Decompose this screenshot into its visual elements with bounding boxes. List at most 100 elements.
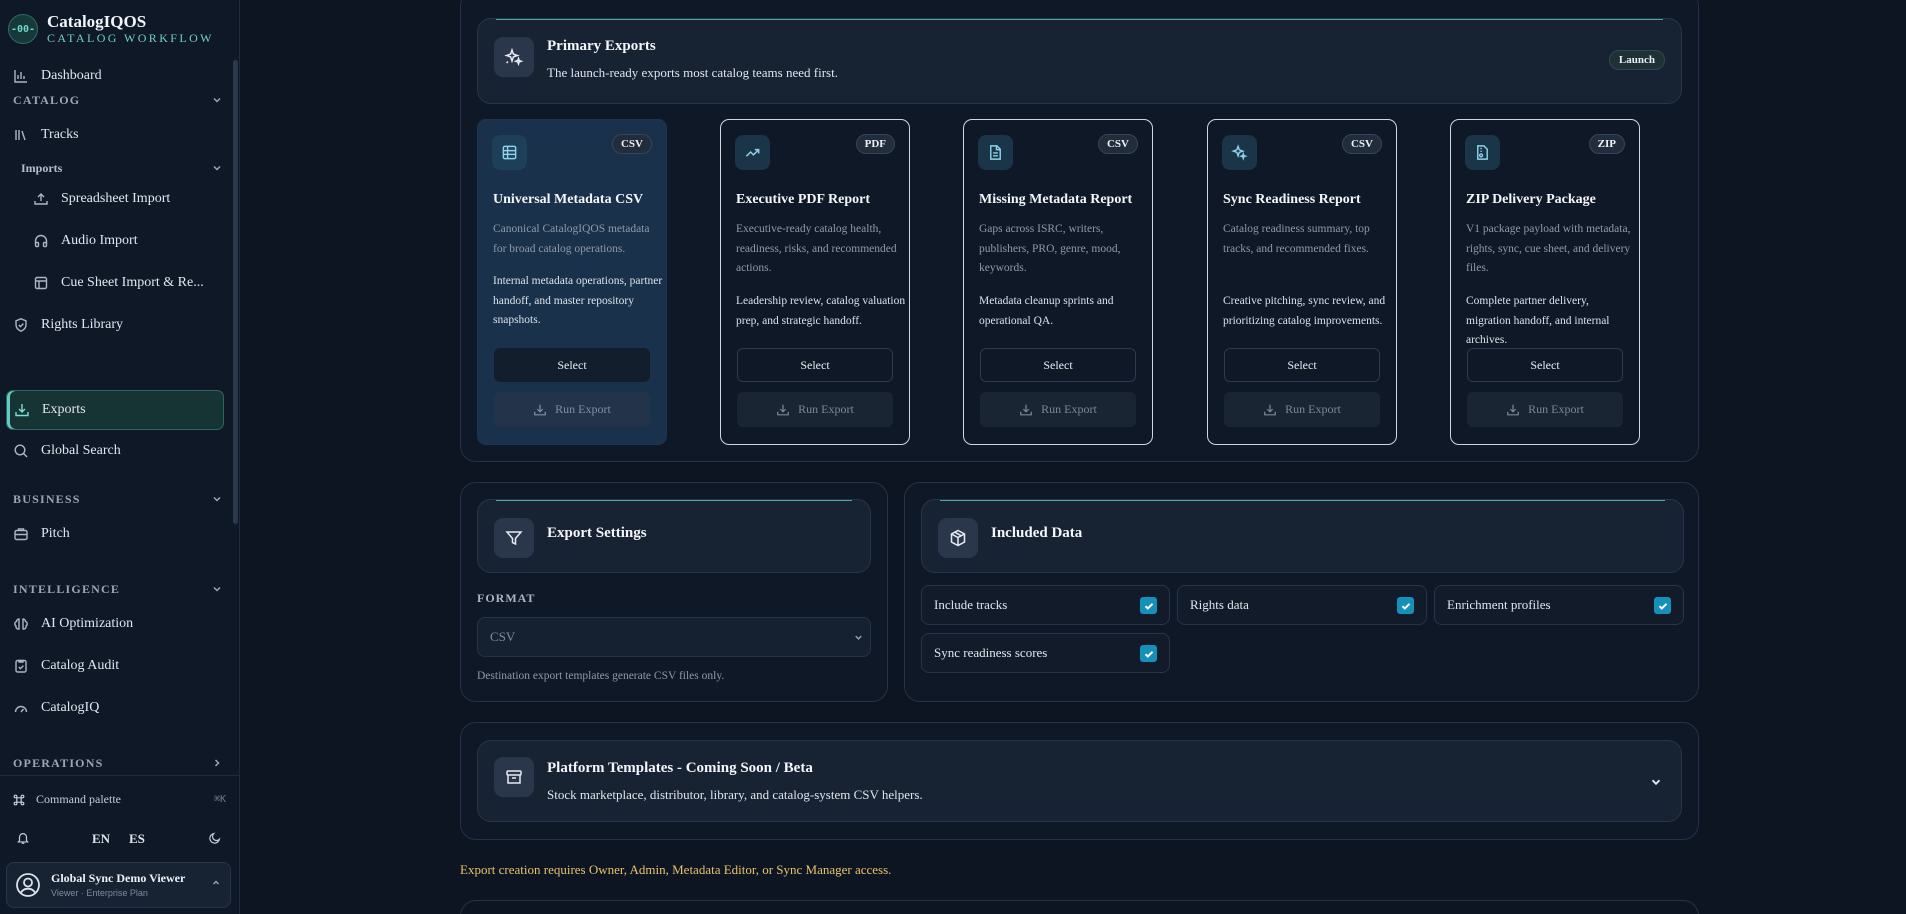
format-select-value: CSV xyxy=(490,629,516,644)
format-select[interactable]: CSV xyxy=(477,617,871,657)
sidebar-item-global-search[interactable]: Global Search xyxy=(6,432,224,470)
checkbox-label: Rights data xyxy=(1190,597,1249,612)
rights-data-checkbox[interactable]: Rights data xyxy=(1177,585,1427,625)
sparkles-icon xyxy=(494,37,534,77)
moon-icon[interactable] xyxy=(208,831,222,845)
chevron-down-icon xyxy=(213,496,221,502)
export-card-zip-delivery-package[interactable]: ZIP ZIP Delivery Package V1 package payl… xyxy=(1450,119,1640,445)
run-export-button[interactable]: Run Export xyxy=(737,392,893,427)
sidebar-item-label: Dashboard xyxy=(41,68,102,83)
format-badge: CSV xyxy=(1341,134,1382,154)
brand-title: CatalogIQOS xyxy=(47,12,147,31)
export-settings-header: Export Settings xyxy=(477,499,871,573)
run-export-label: Run Export xyxy=(1528,402,1584,416)
select-button[interactable]: Select xyxy=(1224,348,1380,382)
sidebar-item-catalog-audit[interactable]: Catalog Audit xyxy=(6,647,224,685)
sync-readiness-scores-checkbox[interactable]: Sync readiness scores xyxy=(921,633,1170,673)
accent-line xyxy=(496,19,1663,20)
sidebar-item-rights-library[interactable]: Rights Library xyxy=(6,306,224,344)
next-panel-edge xyxy=(460,900,1699,914)
user-name: Global Sync Demo Viewer xyxy=(51,870,186,885)
download-icon xyxy=(1020,404,1033,415)
section-label: CATALOG xyxy=(13,92,81,107)
format-badge: CSV xyxy=(1097,134,1138,154)
export-card-title: Missing Metadata Report xyxy=(979,192,1133,207)
platform-templates-header[interactable]: Platform Templates - Coming Soon / Beta … xyxy=(477,740,1682,822)
language-es-button[interactable]: ES xyxy=(129,831,145,847)
download-icon xyxy=(777,404,790,415)
format-hint: Destination export templates generate CS… xyxy=(477,670,725,682)
export-card-use-case: Metadata cleanup sprints and operational… xyxy=(979,295,1114,327)
export-card-missing-metadata-report[interactable]: CSV Missing Metadata Report Gaps across … xyxy=(963,119,1153,445)
select-button[interactable]: Select xyxy=(494,348,650,382)
language-en-button[interactable]: EN xyxy=(92,831,110,847)
sidebar-item-tracks[interactable]: Tracks xyxy=(6,116,224,154)
sidebar-section-business[interactable]: BUSINESS xyxy=(13,489,223,509)
table-icon xyxy=(492,135,527,170)
section-label: INTELLIGENCE xyxy=(13,581,121,596)
run-export-label: Run Export xyxy=(798,402,854,416)
sidebar: -00- CatalogIQOS CATALOG WORKFLOW Dashbo… xyxy=(0,0,240,914)
chevron-down-icon[interactable] xyxy=(1649,775,1663,789)
package-icon xyxy=(938,518,978,558)
sidebar-item-label: Rights Library xyxy=(41,317,124,332)
run-export-button[interactable]: Run Export xyxy=(1467,392,1623,427)
export-card-description: V1 package payload with metadata, rights… xyxy=(1466,223,1631,274)
export-card-universal-metadata-csv[interactable]: CSV Universal Metadata CSV Canonical Cat… xyxy=(477,119,667,445)
export-card-use-case: Creative pitching, sync review, and prio… xyxy=(1223,295,1386,327)
sidebar-footer-divider xyxy=(0,775,240,776)
export-card-description: Gaps across ISRC, writers, publishers, P… xyxy=(979,223,1121,274)
sidebar-item-audio-import[interactable]: Audio Import xyxy=(26,222,224,260)
check-icon[interactable] xyxy=(1140,645,1157,662)
export-card-title: ZIP Delivery Package xyxy=(1466,192,1596,207)
sidebar-item-spreadsheet-import[interactable]: Spreadsheet Import xyxy=(26,180,224,218)
platform-templates-title: Platform Templates - Coming Soon / Beta xyxy=(547,760,813,776)
sidebar-item-label: Tracks xyxy=(41,127,79,142)
check-icon[interactable] xyxy=(1397,597,1414,614)
headphones-icon xyxy=(34,234,48,248)
sidebar-item-pitch[interactable]: Pitch xyxy=(6,515,224,553)
check-icon[interactable] xyxy=(1654,597,1671,614)
run-export-button[interactable]: Run Export xyxy=(1224,392,1380,427)
export-card-sync-readiness-report[interactable]: CSV Sync Readiness Report Catalog readin… xyxy=(1207,119,1397,445)
run-export-button[interactable]: Run Export xyxy=(494,392,650,427)
sidebar-item-exports[interactable]: Exports xyxy=(6,390,224,430)
sidebar-section-operations[interactable]: OPERATIONS xyxy=(13,753,223,770)
export-card-executive-pdf-report[interactable]: PDF Executive PDF Report Executive-ready… xyxy=(720,119,910,445)
check-icon[interactable] xyxy=(1140,597,1157,614)
permission-warning: Export creation requires Owner, Admin, M… xyxy=(460,862,892,877)
sidebar-item-cue-sheet-import[interactable]: Cue Sheet Import & Re... xyxy=(26,264,224,302)
run-export-label: Run Export xyxy=(1285,402,1341,416)
select-button[interactable]: Select xyxy=(980,348,1136,382)
included-data-title: Included Data xyxy=(991,525,1083,541)
sidebar-section-imports[interactable]: Imports xyxy=(21,158,223,178)
sidebar-item-label: Audio Import xyxy=(61,233,138,248)
sidebar-item-ai-optimization[interactable]: AI Optimization xyxy=(6,605,224,643)
select-button[interactable]: Select xyxy=(1467,348,1623,382)
enrichment-profiles-checkbox[interactable]: Enrichment profiles xyxy=(1434,585,1684,625)
filter-icon xyxy=(494,518,534,558)
sidebar-item-catalogiq[interactable]: CatalogIQ xyxy=(6,689,224,727)
sidebar-section-intelligence[interactable]: INTELLIGENCE xyxy=(13,579,223,599)
sidebar-section-catalog[interactable]: CATALOG xyxy=(13,90,223,110)
run-export-button[interactable]: Run Export xyxy=(980,392,1136,427)
export-settings-title: Export Settings xyxy=(547,525,647,541)
briefcase-icon xyxy=(14,528,28,541)
checkbox-label: Enrichment profiles xyxy=(1447,597,1551,612)
clipboard-check-icon xyxy=(15,659,27,673)
upload-icon xyxy=(34,193,48,205)
section-label: Imports xyxy=(21,160,63,175)
include-tracks-checkbox[interactable]: Include tracks xyxy=(921,585,1170,625)
download-icon xyxy=(1507,404,1520,415)
run-export-label: Run Export xyxy=(1041,402,1097,416)
sidebar-item-label: AI Optimization xyxy=(41,616,134,631)
file-archive-icon xyxy=(1465,135,1500,170)
brand[interactable]: -00- CatalogIQOS CATALOG WORKFLOW xyxy=(8,8,214,50)
sparkles-icon xyxy=(1222,135,1257,170)
bell-icon[interactable] xyxy=(16,831,30,845)
export-card-use-case: Complete partner delivery, migration han… xyxy=(1466,295,1610,346)
sidebar-item-label: Catalog Audit xyxy=(41,658,120,673)
command-palette-button[interactable]: Command palette ⌘K xyxy=(12,792,226,807)
user-menu[interactable]: Global Sync Demo Viewer Viewer · Enterpr… xyxy=(6,862,231,908)
select-button[interactable]: Select xyxy=(737,348,893,382)
